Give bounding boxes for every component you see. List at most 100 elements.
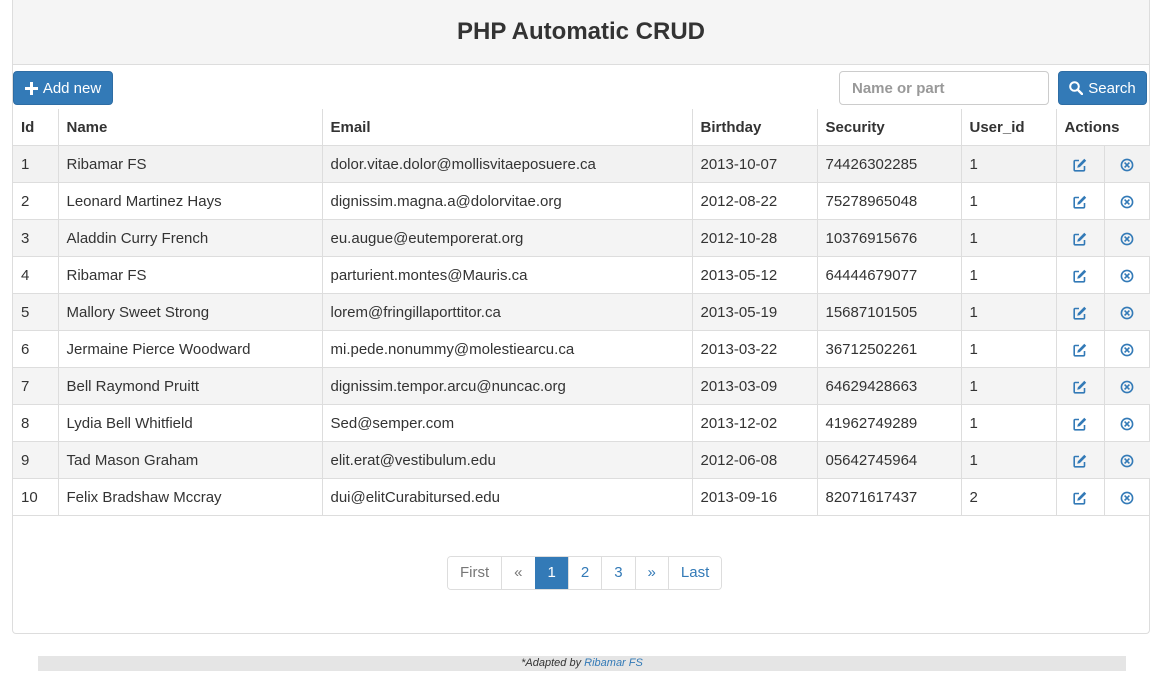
delete-cell xyxy=(1103,293,1151,331)
edit-icon[interactable] xyxy=(1073,417,1087,431)
pagination: First « 1 2 3 » Last xyxy=(447,556,723,590)
cell-birthday: 2013-03-22 xyxy=(691,330,818,368)
cell-email: dignissim.magna.a@dolorvitae.org xyxy=(321,182,693,220)
add-new-label: Add new xyxy=(42,79,102,97)
column-header-security[interactable]: Security xyxy=(816,109,962,146)
column-header-actions: Actions xyxy=(1055,109,1151,146)
delete-icon[interactable] xyxy=(1120,306,1134,320)
delete-icon[interactable] xyxy=(1120,195,1134,209)
delete-icon[interactable] xyxy=(1120,380,1134,394)
table-row: 8 Lydia Bell Whitfield Sed@semper.com 2013-… xyxy=(13,404,1151,442)
column-header-user-id[interactable]: User_id xyxy=(960,109,1057,146)
records-table: Id Name Email Birthday Security User_id … xyxy=(13,109,1151,516)
cell-id: 6 xyxy=(13,330,59,368)
delete-icon[interactable] xyxy=(1120,269,1134,283)
cell-email: elit.erat@vestibulum.edu xyxy=(321,441,693,479)
delete-cell xyxy=(1103,478,1151,516)
add-new-button[interactable]: Add new xyxy=(13,71,113,105)
cell-id: 4 xyxy=(13,256,59,294)
cell-user-id: 1 xyxy=(960,219,1057,257)
cell-name: Lydia Bell Whitfield xyxy=(57,404,323,442)
column-header-birthday[interactable]: Birthday xyxy=(691,109,818,146)
edit-icon[interactable] xyxy=(1073,232,1087,246)
cell-birthday: 2012-06-08 xyxy=(691,441,818,479)
cell-security: 15687101505 xyxy=(816,293,962,331)
delete-icon[interactable] xyxy=(1120,343,1134,357)
cell-id: 2 xyxy=(13,182,59,220)
table-row: 4 Ribamar FS parturient.montes@Mauris.ca 20… xyxy=(13,256,1151,294)
footer-author-link[interactable]: Ribamar FS xyxy=(584,657,643,669)
cell-id: 8 xyxy=(13,404,59,442)
delete-icon[interactable] xyxy=(1120,491,1134,505)
search-button[interactable]: Search xyxy=(1058,71,1147,105)
cell-user-id: 1 xyxy=(960,404,1057,442)
edit-cell xyxy=(1055,330,1105,368)
edit-icon[interactable] xyxy=(1073,380,1087,394)
edit-cell xyxy=(1055,145,1105,183)
cell-security: 74426302285 xyxy=(816,145,962,183)
page-next[interactable]: » xyxy=(634,557,668,589)
cell-birthday: 2012-08-22 xyxy=(691,182,818,220)
edit-cell xyxy=(1055,219,1105,257)
edit-icon[interactable] xyxy=(1073,306,1087,320)
page-title: PHP Automatic CRUD xyxy=(456,18,706,45)
page-prev: « xyxy=(501,557,535,589)
search-icon xyxy=(1069,81,1084,95)
page-2[interactable]: 2 xyxy=(567,557,602,589)
cell-user-id: 2 xyxy=(960,478,1057,516)
edit-icon[interactable] xyxy=(1073,343,1087,357)
cell-email: mi.pede.nonummy@molestiearcu.ca xyxy=(321,330,693,368)
edit-icon[interactable] xyxy=(1073,158,1087,172)
cell-birthday: 2013-03-09 xyxy=(691,367,818,405)
search-input[interactable] xyxy=(839,71,1049,105)
cell-user-id: 1 xyxy=(960,293,1057,331)
column-header-name[interactable]: Name xyxy=(57,109,323,146)
cell-name: Ribamar FS xyxy=(57,256,323,294)
table-row: 6 Jermaine Pierce Woodward mi.pede.nonummy… xyxy=(13,330,1151,368)
page-1[interactable]: 1 xyxy=(534,557,568,589)
edit-icon[interactable] xyxy=(1073,269,1087,283)
cell-security: 36712502261 xyxy=(816,330,962,368)
table-header-row: Id Name Email Birthday Security User_id … xyxy=(13,109,1151,146)
search-label: Search xyxy=(1088,79,1136,97)
cell-birthday: 2013-10-07 xyxy=(691,145,818,183)
cell-name: Jermaine Pierce Woodward xyxy=(57,330,323,368)
delete-cell xyxy=(1103,404,1151,442)
delete-cell xyxy=(1103,441,1151,479)
delete-icon[interactable] xyxy=(1120,158,1134,172)
cell-security: 05642745964 xyxy=(816,441,962,479)
cell-user-id: 1 xyxy=(960,330,1057,368)
toolbar: Add new Search xyxy=(13,65,1149,109)
edit-cell xyxy=(1055,404,1105,442)
cell-id: 5 xyxy=(13,293,59,331)
cell-email: parturient.montes@Mauris.ca xyxy=(321,256,693,294)
cell-birthday: 2013-05-19 xyxy=(691,293,818,331)
delete-icon[interactable] xyxy=(1120,417,1134,431)
delete-icon[interactable] xyxy=(1120,454,1134,468)
cell-email: dolor.vitae.dolor@mollisvitaeposuere.ca xyxy=(321,145,693,183)
edit-icon[interactable] xyxy=(1073,195,1087,209)
delete-cell xyxy=(1103,256,1151,294)
table-row: 2 Leonard Martinez Hays dignissim.magna.a@… xyxy=(13,182,1151,220)
table-row: 1 Ribamar FS dolor.vitae.dolor@mollisvitae… xyxy=(13,145,1151,183)
edit-icon[interactable] xyxy=(1073,454,1087,468)
column-header-id[interactable]: Id xyxy=(13,109,59,146)
cell-id: 3 xyxy=(13,219,59,257)
cell-birthday: 2013-12-02 xyxy=(691,404,818,442)
page-3[interactable]: 3 xyxy=(601,557,635,589)
cell-name: Aladdin Curry French xyxy=(57,219,323,257)
delete-icon[interactable] xyxy=(1120,232,1134,246)
cell-email: eu.augue@eutemporerat.org xyxy=(321,219,693,257)
cell-email: lorem@fringillaporttitor.ca xyxy=(321,293,693,331)
cell-id: 1 xyxy=(13,145,59,183)
column-header-email[interactable]: Email xyxy=(321,109,693,146)
edit-icon[interactable] xyxy=(1073,491,1087,505)
footer-text: *Adapted by xyxy=(521,657,585,669)
page-first: First xyxy=(448,557,502,589)
cell-name: Leonard Martinez Hays xyxy=(57,182,323,220)
page-last[interactable]: Last xyxy=(667,557,722,589)
delete-cell xyxy=(1103,145,1151,183)
cell-user-id: 1 xyxy=(960,182,1057,220)
cell-email: Sed@semper.com xyxy=(321,404,693,442)
cell-email: dui@elitCurabitursed.edu xyxy=(321,478,693,516)
